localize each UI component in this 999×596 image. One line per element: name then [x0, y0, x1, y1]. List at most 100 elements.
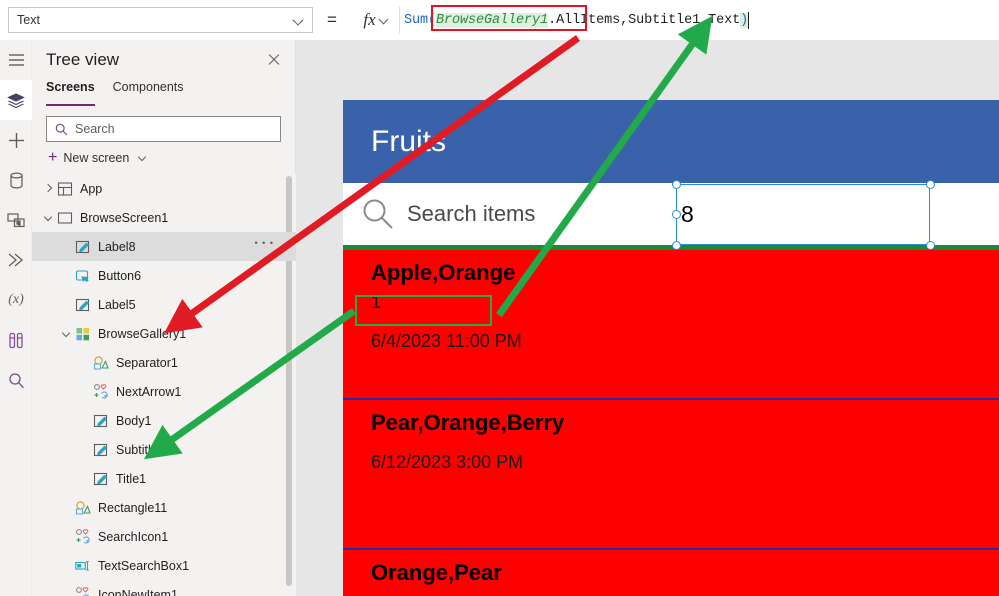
- tree-item-Label5[interactable]: Label5: [32, 290, 296, 319]
- gallery-item-1[interactable]: Apple,Orange 1 6/4/2023 11:00 PM: [343, 250, 999, 398]
- gallery-item-body: 6/4/2023 11:00 PM: [371, 331, 522, 351]
- label-icon: [72, 297, 94, 313]
- tests-icon[interactable]: [0, 320, 32, 360]
- tree-item-NextArrow1[interactable]: NextArrow1: [32, 377, 296, 406]
- formula-token-open-paren: (: [428, 12, 437, 28]
- tree-item-label: Button6: [98, 268, 142, 283]
- property-selector[interactable]: Text: [8, 7, 313, 33]
- gallery-icon: [72, 326, 94, 342]
- shape-icon: [72, 500, 94, 516]
- button-icon: [72, 268, 94, 284]
- search-icon: [363, 199, 393, 229]
- app-search-row[interactable]: Search items: [343, 183, 999, 245]
- chevron-down-icon: [294, 15, 304, 25]
- selection-handle-top-left[interactable]: [672, 180, 681, 189]
- button-icon: [75, 269, 89, 282]
- app-preview-screen: Fruits Search items Apple,Orange 1 6/4/2…: [343, 100, 999, 596]
- tree-item-Title1[interactable]: Title1: [32, 464, 296, 493]
- label-icon: [75, 240, 90, 253]
- app-search-placeholder: Search items: [407, 201, 536, 226]
- label-icon: [93, 472, 108, 485]
- tree-item-label: BrowseGallery1: [98, 326, 187, 341]
- search-placeholder: Search: [75, 122, 115, 136]
- tab-screens[interactable]: Screens: [46, 80, 95, 106]
- label-icon: [90, 471, 112, 487]
- selected-label-value: 8: [681, 201, 694, 227]
- gallery-item-title: Apple,Orange: [371, 260, 516, 285]
- shape-icon: [90, 355, 112, 371]
- tree-item-label: Body1: [116, 413, 152, 428]
- shape-icon: [75, 500, 91, 515]
- label-icon: [93, 414, 108, 427]
- screen-icon: [57, 211, 73, 224]
- new-screen-button[interactable]: + New screen: [32, 148, 295, 172]
- label-icon: [90, 413, 112, 429]
- search-icon: [55, 123, 68, 135]
- text-caret: [748, 11, 750, 29]
- tree-item-Body1[interactable]: Body1: [32, 406, 296, 435]
- formula-bar: Text = fx Sum(BrowseGallery1 .AllItems,Su…: [0, 0, 999, 40]
- tree-item-Separator1[interactable]: Separator1: [32, 348, 296, 377]
- data-icon[interactable]: [0, 160, 32, 200]
- icon-icon: [90, 383, 112, 400]
- tree-view-icon[interactable]: [0, 80, 32, 120]
- tree-item-BrowseGallery1[interactable]: BrowseGallery1: [32, 319, 296, 348]
- icon-icon: [76, 528, 90, 543]
- tree-item-App[interactable]: App: [32, 174, 296, 203]
- formula-token-function: Sum: [404, 12, 429, 28]
- variables-icon[interactable]: (x): [0, 280, 32, 320]
- tree-item-Subtitle1[interactable]: Subtitle1: [32, 435, 296, 464]
- gallery-item-subtitle: 1: [371, 292, 382, 312]
- tree-item-TextSearchBox1[interactable]: TextSearchBox1: [32, 551, 296, 580]
- tree-item-Button6[interactable]: Button6: [32, 261, 296, 290]
- tree-item-label: Label5: [98, 297, 136, 312]
- media-icon[interactable]: [0, 200, 32, 240]
- search-input[interactable]: Search: [46, 116, 281, 142]
- icon-icon: [72, 528, 94, 545]
- close-icon[interactable]: [263, 49, 285, 71]
- selection-handle-middle-left[interactable]: [672, 210, 681, 219]
- shape-icon: [93, 355, 109, 370]
- selection-handle-bottom-left[interactable]: [672, 241, 681, 250]
- tree-item-label: Label8: [98, 239, 136, 254]
- gallery-item-2[interactable]: Pear,Orange,Berry 6/12/2023 3:00 PM: [343, 400, 999, 548]
- hamburger-menu-icon[interactable]: [0, 40, 32, 80]
- label-icon: [75, 298, 90, 311]
- tree-item-Label8[interactable]: Label8 • • •: [32, 232, 296, 261]
- textinput-icon: [75, 560, 89, 571]
- new-screen-label: New screen: [63, 151, 130, 165]
- icon-icon: [94, 383, 108, 398]
- gallery-item-title: Pear,Orange,Berry: [371, 410, 565, 435]
- tree-item-Rectangle11[interactable]: Rectangle11: [32, 493, 296, 522]
- tree-item-label: Rectangle11: [98, 500, 168, 515]
- property-selector-value: Text: [17, 13, 40, 27]
- chevron-down-icon[interactable]: [58, 330, 72, 337]
- tree-item-label: Subtitle1: [116, 442, 165, 457]
- app-icon: [54, 181, 76, 197]
- tree-item-label: SearchIcon1: [98, 529, 169, 544]
- tree-item-IconNewItem1[interactable]: IconNewItem1: [32, 580, 296, 596]
- formula-input[interactable]: Sum(BrowseGallery1 .AllItems,Subtitle1.Te…: [404, 4, 999, 36]
- selection-handle-bottom-right[interactable]: [926, 241, 935, 250]
- app-header-banner: Fruits: [343, 100, 999, 183]
- tree-item-SearchIcon1[interactable]: SearchIcon1: [32, 522, 296, 551]
- selection-handle-top-right[interactable]: [926, 180, 935, 189]
- tree-item-list[interactable]: App BrowseScreen1 Label8 • • • Button6 Label5…: [32, 174, 296, 596]
- formula-token-middle: .AllItems,Subtitle1.Text: [548, 12, 741, 28]
- chevron-right-icon[interactable]: [40, 185, 54, 192]
- fx-button[interactable]: fx: [352, 6, 400, 34]
- tree-item-more-options-button[interactable]: • • •: [255, 238, 274, 248]
- search-icon[interactable]: [0, 360, 32, 400]
- tab-components[interactable]: Components: [113, 80, 184, 106]
- tree-item-BrowseScreen1[interactable]: BrowseScreen1: [32, 203, 296, 232]
- tree-item-label: IconNewItem1: [98, 587, 178, 596]
- chevron-down-icon[interactable]: [40, 214, 54, 221]
- gallery-item-title: Orange,Pear: [371, 560, 502, 585]
- formula-token-close-paren: ): [740, 12, 749, 28]
- tree-view-tabs: Screens Components: [32, 80, 295, 106]
- tree-item-label: App: [80, 181, 103, 196]
- gallery-item-3[interactable]: Orange,Pear: [343, 550, 999, 596]
- insert-icon[interactable]: [0, 120, 32, 160]
- power-automate-icon[interactable]: [0, 240, 32, 280]
- screen-icon: [54, 210, 76, 226]
